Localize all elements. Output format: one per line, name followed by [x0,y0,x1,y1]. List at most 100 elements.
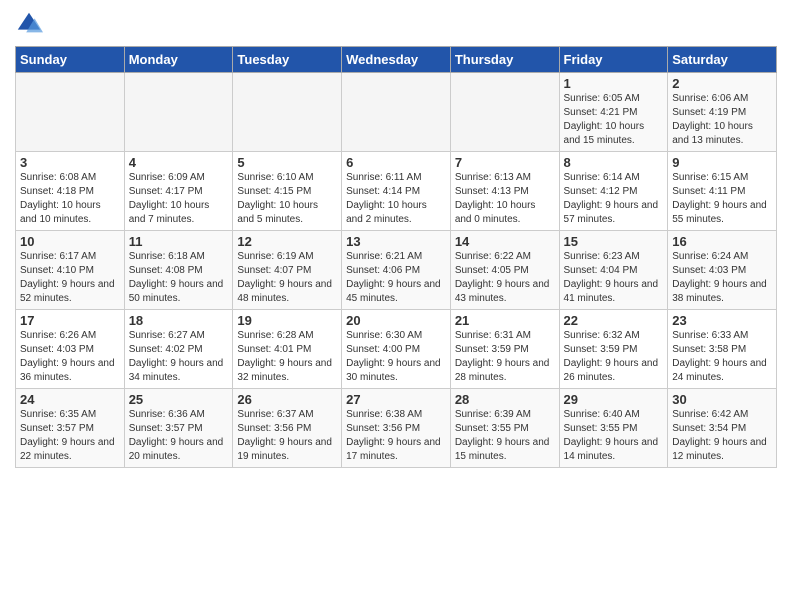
calendar-cell: 23 Sunrise: 6:33 AMSunset: 3:58 PMDaylig… [668,310,777,389]
calendar-cell: 16 Sunrise: 6:24 AMSunset: 4:03 PMDaylig… [668,231,777,310]
weekday-header: Wednesday [342,47,451,73]
calendar-cell: 27 Sunrise: 6:38 AMSunset: 3:56 PMDaylig… [342,389,451,468]
calendar-cell: 29 Sunrise: 6:40 AMSunset: 3:55 PMDaylig… [559,389,668,468]
day-info: Sunrise: 6:17 AMSunset: 4:10 PMDaylight:… [20,250,120,306]
day-info: Sunrise: 6:32 AMSunset: 3:59 PMDaylight:… [564,329,664,385]
day-number: 28 [455,392,555,407]
day-info: Sunrise: 6:33 AMSunset: 3:58 PMDaylight:… [672,329,772,385]
calendar-cell: 18 Sunrise: 6:27 AMSunset: 4:02 PMDaylig… [124,310,233,389]
day-number: 23 [672,313,772,328]
day-number: 2 [672,76,772,91]
day-number: 19 [237,313,337,328]
day-info: Sunrise: 6:14 AMSunset: 4:12 PMDaylight:… [564,171,664,227]
calendar-cell: 28 Sunrise: 6:39 AMSunset: 3:55 PMDaylig… [450,389,559,468]
calendar-cell: 3 Sunrise: 6:08 AMSunset: 4:18 PMDayligh… [16,152,125,231]
day-info: Sunrise: 6:24 AMSunset: 4:03 PMDaylight:… [672,250,772,306]
weekday-header: Friday [559,47,668,73]
weekday-header: Sunday [16,47,125,73]
day-number: 18 [129,313,229,328]
day-number: 4 [129,155,229,170]
day-info: Sunrise: 6:15 AMSunset: 4:11 PMDaylight:… [672,171,772,227]
weekday-header: Thursday [450,47,559,73]
calendar-week-row: 1 Sunrise: 6:05 AMSunset: 4:21 PMDayligh… [16,73,777,152]
calendar-cell [16,73,125,152]
calendar-cell: 20 Sunrise: 6:30 AMSunset: 4:00 PMDaylig… [342,310,451,389]
calendar-cell [124,73,233,152]
logo [15,10,47,38]
calendar-cell: 25 Sunrise: 6:36 AMSunset: 3:57 PMDaylig… [124,389,233,468]
calendar-cell: 22 Sunrise: 6:32 AMSunset: 3:59 PMDaylig… [559,310,668,389]
day-info: Sunrise: 6:06 AMSunset: 4:19 PMDaylight:… [672,92,772,148]
day-info: Sunrise: 6:40 AMSunset: 3:55 PMDaylight:… [564,408,664,464]
day-info: Sunrise: 6:22 AMSunset: 4:05 PMDaylight:… [455,250,555,306]
day-info: Sunrise: 6:05 AMSunset: 4:21 PMDaylight:… [564,92,664,148]
day-number: 16 [672,234,772,249]
day-number: 11 [129,234,229,249]
day-info: Sunrise: 6:28 AMSunset: 4:01 PMDaylight:… [237,329,337,385]
calendar-cell: 11 Sunrise: 6:18 AMSunset: 4:08 PMDaylig… [124,231,233,310]
calendar-cell: 19 Sunrise: 6:28 AMSunset: 4:01 PMDaylig… [233,310,342,389]
calendar-cell: 13 Sunrise: 6:21 AMSunset: 4:06 PMDaylig… [342,231,451,310]
day-info: Sunrise: 6:35 AMSunset: 3:57 PMDaylight:… [20,408,120,464]
calendar-table: SundayMondayTuesdayWednesdayThursdayFrid… [15,46,777,468]
calendar-cell: 14 Sunrise: 6:22 AMSunset: 4:05 PMDaylig… [450,231,559,310]
day-info: Sunrise: 6:09 AMSunset: 4:17 PMDaylight:… [129,171,229,227]
day-info: Sunrise: 6:27 AMSunset: 4:02 PMDaylight:… [129,329,229,385]
calendar-cell [233,73,342,152]
day-info: Sunrise: 6:26 AMSunset: 4:03 PMDaylight:… [20,329,120,385]
day-number: 17 [20,313,120,328]
day-number: 13 [346,234,446,249]
calendar-week-row: 24 Sunrise: 6:35 AMSunset: 3:57 PMDaylig… [16,389,777,468]
day-number: 22 [564,313,664,328]
day-number: 7 [455,155,555,170]
calendar-cell: 30 Sunrise: 6:42 AMSunset: 3:54 PMDaylig… [668,389,777,468]
calendar-cell: 12 Sunrise: 6:19 AMSunset: 4:07 PMDaylig… [233,231,342,310]
day-info: Sunrise: 6:39 AMSunset: 3:55 PMDaylight:… [455,408,555,464]
day-number: 12 [237,234,337,249]
day-number: 15 [564,234,664,249]
day-number: 9 [672,155,772,170]
calendar-cell: 10 Sunrise: 6:17 AMSunset: 4:10 PMDaylig… [16,231,125,310]
calendar-cell: 5 Sunrise: 6:10 AMSunset: 4:15 PMDayligh… [233,152,342,231]
day-info: Sunrise: 6:11 AMSunset: 4:14 PMDaylight:… [346,171,446,227]
calendar-cell: 1 Sunrise: 6:05 AMSunset: 4:21 PMDayligh… [559,73,668,152]
page-container: SundayMondayTuesdayWednesdayThursdayFrid… [0,0,792,473]
calendar-cell: 26 Sunrise: 6:37 AMSunset: 3:56 PMDaylig… [233,389,342,468]
calendar-cell: 4 Sunrise: 6:09 AMSunset: 4:17 PMDayligh… [124,152,233,231]
day-info: Sunrise: 6:36 AMSunset: 3:57 PMDaylight:… [129,408,229,464]
calendar-cell [342,73,451,152]
calendar-cell: 6 Sunrise: 6:11 AMSunset: 4:14 PMDayligh… [342,152,451,231]
calendar-header: SundayMondayTuesdayWednesdayThursdayFrid… [16,47,777,73]
day-number: 5 [237,155,337,170]
day-info: Sunrise: 6:13 AMSunset: 4:13 PMDaylight:… [455,171,555,227]
day-number: 29 [564,392,664,407]
day-number: 6 [346,155,446,170]
weekday-header: Tuesday [233,47,342,73]
day-info: Sunrise: 6:10 AMSunset: 4:15 PMDaylight:… [237,171,337,227]
calendar-week-row: 3 Sunrise: 6:08 AMSunset: 4:18 PMDayligh… [16,152,777,231]
calendar-body: 1 Sunrise: 6:05 AMSunset: 4:21 PMDayligh… [16,73,777,468]
calendar-cell: 2 Sunrise: 6:06 AMSunset: 4:19 PMDayligh… [668,73,777,152]
day-number: 27 [346,392,446,407]
day-number: 8 [564,155,664,170]
day-info: Sunrise: 6:31 AMSunset: 3:59 PMDaylight:… [455,329,555,385]
day-number: 10 [20,234,120,249]
calendar-week-row: 17 Sunrise: 6:26 AMSunset: 4:03 PMDaylig… [16,310,777,389]
calendar-cell: 7 Sunrise: 6:13 AMSunset: 4:13 PMDayligh… [450,152,559,231]
calendar-cell: 24 Sunrise: 6:35 AMSunset: 3:57 PMDaylig… [16,389,125,468]
day-info: Sunrise: 6:30 AMSunset: 4:00 PMDaylight:… [346,329,446,385]
day-number: 30 [672,392,772,407]
calendar-cell: 9 Sunrise: 6:15 AMSunset: 4:11 PMDayligh… [668,152,777,231]
calendar-cell [450,73,559,152]
weekday-header: Monday [124,47,233,73]
day-info: Sunrise: 6:23 AMSunset: 4:04 PMDaylight:… [564,250,664,306]
calendar-week-row: 10 Sunrise: 6:17 AMSunset: 4:10 PMDaylig… [16,231,777,310]
calendar-cell: 21 Sunrise: 6:31 AMSunset: 3:59 PMDaylig… [450,310,559,389]
day-number: 25 [129,392,229,407]
logo-icon [15,10,43,38]
header [15,10,777,38]
day-number: 20 [346,313,446,328]
day-info: Sunrise: 6:19 AMSunset: 4:07 PMDaylight:… [237,250,337,306]
day-info: Sunrise: 6:21 AMSunset: 4:06 PMDaylight:… [346,250,446,306]
day-info: Sunrise: 6:37 AMSunset: 3:56 PMDaylight:… [237,408,337,464]
